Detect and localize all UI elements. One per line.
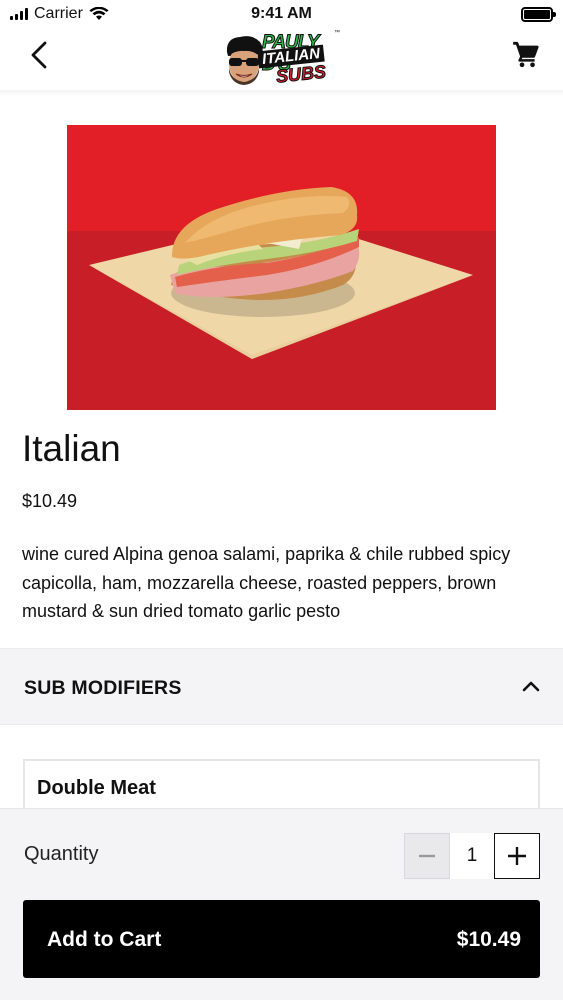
plus-icon	[508, 847, 526, 865]
minus-icon	[419, 854, 435, 858]
top-nav: PAULY D'S ITALIAN SUBS ™	[0, 30, 563, 90]
product-title: Italian	[22, 428, 121, 469]
status-time: 9:41 AM	[251, 5, 312, 22]
product-price: $10.49	[22, 491, 78, 511]
back-button[interactable]	[22, 38, 56, 72]
sub-sandwich-image	[67, 125, 496, 410]
logo-line-3: SUBS	[275, 61, 328, 87]
quantity-stepper: 1	[404, 833, 540, 879]
cart-button[interactable]	[509, 38, 543, 72]
quantity-label: Quantity	[24, 843, 99, 865]
battery-icon	[521, 7, 556, 22]
brand-logo: PAULY D'S ITALIAN SUBS ™	[222, 30, 342, 90]
increase-quantity-button[interactable]	[494, 833, 540, 879]
product-image	[67, 125, 496, 410]
shopping-cart-icon	[513, 41, 539, 68]
decrease-quantity-button[interactable]	[404, 833, 450, 879]
chevron-up-icon	[522, 681, 540, 692]
status-bar: Carrier 9:41 AM	[0, 0, 563, 30]
add-to-cart-panel: Quantity 1 Add to Cart $10.49	[0, 808, 563, 1000]
nav-divider	[0, 90, 563, 96]
logo-trademark: ™	[334, 30, 340, 36]
sub-modifiers-title: SUB MODIFIERS	[24, 677, 182, 699]
chevron-left-icon	[31, 41, 47, 69]
product-description: wine cured Alpina genoa salami, paprika …	[22, 544, 511, 621]
add-to-cart-button[interactable]: Add to Cart $10.49	[23, 900, 540, 978]
add-to-cart-label: Add to Cart	[47, 928, 162, 951]
add-to-cart-total: $10.49	[456, 928, 521, 951]
modifier-option-title: Double Meat	[37, 777, 156, 799]
quantity-value: 1	[450, 833, 494, 879]
logo-wordmark: PAULY D'S ITALIAN SUBS ™	[257, 30, 342, 88]
sub-modifiers-toggle[interactable]: SUB MODIFIERS	[0, 648, 563, 725]
